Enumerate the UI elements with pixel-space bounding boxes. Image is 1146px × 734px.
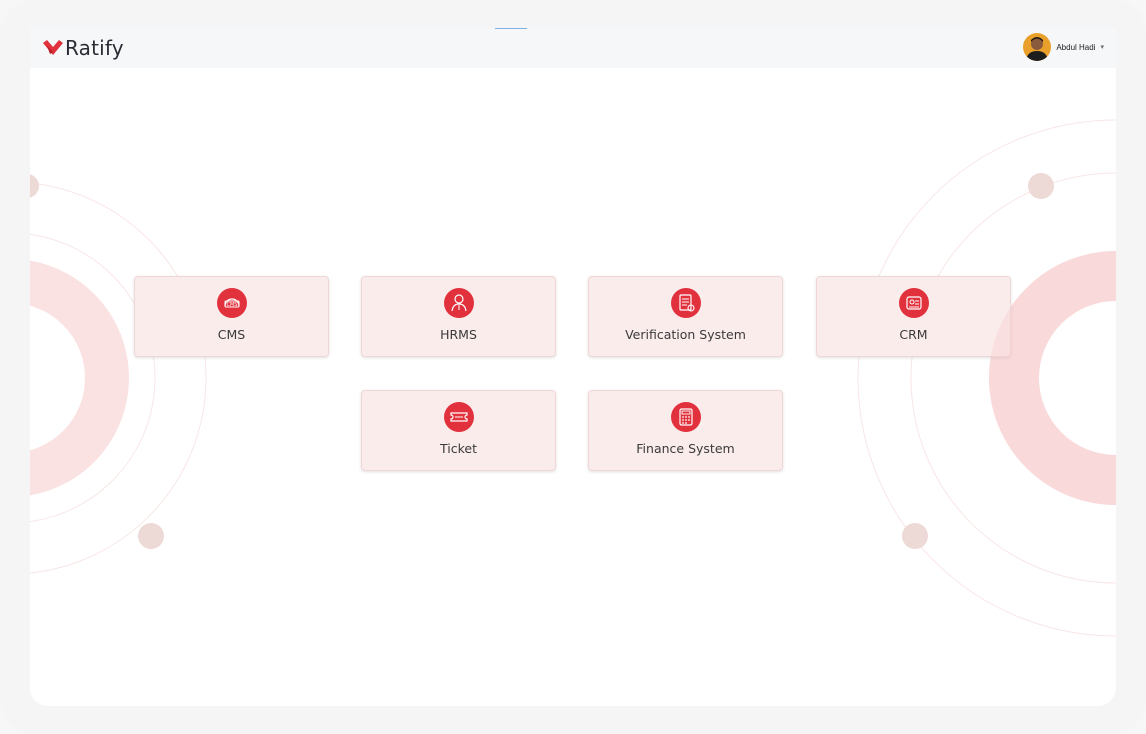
finance-calculator-icon xyxy=(670,402,701,432)
app-logo[interactable]: Ratify xyxy=(42,36,124,60)
device-frame: Ratify Abdul Hadi ▾ CMS CMS HRMS Verific… xyxy=(0,0,1146,734)
app-screen: Ratify Abdul Hadi ▾ CMS CMS HRMS Verific… xyxy=(30,28,1116,706)
module-label: Ticket xyxy=(440,441,477,456)
cms-icon: CMS xyxy=(216,288,247,318)
user-menu[interactable]: Abdul Hadi ▾ xyxy=(1023,33,1104,61)
module-card-finance[interactable]: Finance System xyxy=(588,390,783,471)
module-card-crm[interactable]: CRM xyxy=(816,276,1011,357)
avatar[interactable] xyxy=(1023,33,1052,61)
module-card-hrms[interactable]: HRMS xyxy=(361,276,556,357)
tab-indicator xyxy=(495,28,527,29)
chevron-down-icon[interactable]: ▾ xyxy=(1100,43,1104,51)
background-decoration xyxy=(30,119,1116,637)
top-navbar: Ratify Abdul Hadi ▾ xyxy=(30,28,1116,68)
module-label: HRMS xyxy=(440,327,477,342)
module-label: Verification System xyxy=(625,327,746,342)
user-name[interactable]: Abdul Hadi xyxy=(1056,43,1095,52)
ticket-icon xyxy=(443,402,474,432)
hrms-person-icon xyxy=(443,288,474,318)
module-card-verification[interactable]: Verification System xyxy=(588,276,783,357)
module-label: Finance System xyxy=(636,441,735,456)
user-avatar-image xyxy=(1023,33,1052,61)
module-card-ticket[interactable]: Ticket xyxy=(361,390,556,471)
crm-icon xyxy=(898,288,929,318)
logo-text: Ratify xyxy=(65,36,124,60)
ratify-check-icon xyxy=(43,40,63,55)
module-label: CRM xyxy=(899,327,928,342)
verification-document-icon xyxy=(670,288,701,318)
module-label: CMS xyxy=(217,327,246,342)
module-card-cms[interactable]: CMS CMS xyxy=(134,276,329,357)
svg-text:CMS: CMS xyxy=(226,302,237,308)
